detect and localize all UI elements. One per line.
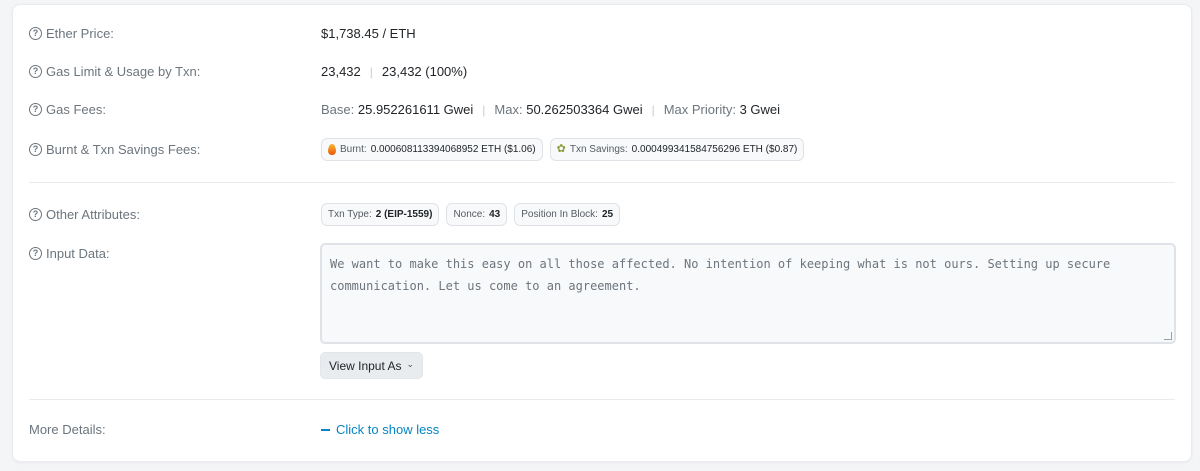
other-attributes-value: Txn Type: 2 (EIP-1559) Nonce: 43 Positio… bbox=[321, 203, 627, 226]
question-circle-icon[interactable]: ? bbox=[29, 65, 42, 78]
minus-icon bbox=[321, 428, 330, 431]
gas-fees-value: Base: 25.952261611 Gwei | Max: 50.262503… bbox=[321, 102, 780, 117]
max-priority-label: Max Priority: bbox=[663, 102, 736, 117]
input-data-text: We want to make this easy on all those a… bbox=[330, 257, 1111, 293]
txn-type-badge: Txn Type: 2 (EIP-1559) bbox=[321, 203, 440, 226]
max-fee-value: 50.262503364 Gwei bbox=[526, 102, 643, 117]
gas-fees-label: ? Gas Fees: bbox=[29, 102, 321, 117]
txn-savings-badge: ✿ Txn Savings: 0.000499341584756296 ETH … bbox=[549, 138, 805, 161]
ether-price-label: ? Ether Price: bbox=[29, 26, 321, 41]
divider bbox=[29, 399, 1175, 400]
view-input-as-button[interactable]: View Input As ⌄ bbox=[320, 352, 424, 379]
question-circle-icon[interactable]: ? bbox=[29, 247, 42, 260]
transaction-details-card: ? Ether Price: $1,738.45 / ETH ? Gas Lim… bbox=[12, 4, 1192, 462]
max-priority-value: 3 Gwei bbox=[739, 102, 781, 117]
max-fee-label: Max: bbox=[494, 102, 523, 117]
resize-handle-icon[interactable] bbox=[1164, 332, 1172, 340]
input-data-label: ? Input Data: bbox=[29, 246, 321, 261]
burnt-fees-value: Burnt: 0.000608113394068952 ETH ($1.06) … bbox=[321, 138, 811, 161]
other-attributes-label: ? Other Attributes: bbox=[29, 207, 321, 222]
base-fee-value: 25.952261611 Gwei bbox=[357, 102, 474, 117]
burnt-badge: Burnt: 0.000608113394068952 ETH ($1.06) bbox=[321, 138, 543, 161]
gas-fees-row: ? Gas Fees: Base: 25.952261611 Gwei | Ma… bbox=[29, 102, 1175, 117]
question-circle-icon[interactable]: ? bbox=[29, 103, 42, 116]
gas-limit: 23,432 bbox=[321, 64, 361, 79]
leaf-icon: ✿ bbox=[556, 143, 566, 155]
separator: | bbox=[482, 102, 486, 117]
other-attributes-row: ? Other Attributes: Txn Type: 2 (EIP-155… bbox=[29, 203, 1175, 226]
ether-price-row: ? Ether Price: $1,738.45 / ETH bbox=[29, 26, 1175, 41]
divider bbox=[29, 182, 1175, 183]
separator: | bbox=[651, 102, 655, 117]
separator: | bbox=[369, 64, 373, 79]
gas-limit-label: ? Gas Limit & Usage by Txn: bbox=[29, 64, 321, 79]
show-less-link[interactable]: Click to show less bbox=[321, 422, 439, 437]
more-details-label: More Details: bbox=[29, 422, 106, 437]
gas-limit-value: 23,432 | 23,432 (100%) bbox=[321, 64, 467, 79]
flame-icon bbox=[328, 144, 336, 155]
base-fee-label: Base: bbox=[321, 102, 355, 117]
question-circle-icon[interactable]: ? bbox=[29, 143, 42, 156]
nonce-badge: Nonce: 43 bbox=[446, 203, 508, 226]
more-details-row: More Details: Click to show less bbox=[29, 422, 1175, 437]
position-badge: Position In Block: 25 bbox=[514, 203, 621, 226]
ether-price-value: $1,738.45 / ETH bbox=[321, 26, 416, 41]
gas-limit-row: ? Gas Limit & Usage by Txn: 23,432 | 23,… bbox=[29, 64, 1175, 79]
gas-usage: 23,432 (100%) bbox=[381, 64, 468, 79]
chevron-down-icon: ⌄ bbox=[406, 359, 415, 369]
input-data-textarea[interactable]: We want to make this easy on all those a… bbox=[320, 243, 1176, 344]
question-circle-icon[interactable]: ? bbox=[29, 208, 42, 221]
burnt-fees-label: ? Burnt & Txn Savings Fees: bbox=[29, 142, 321, 157]
burnt-fees-row: ? Burnt & Txn Savings Fees: Burnt: 0.000… bbox=[29, 138, 1175, 161]
question-circle-icon[interactable]: ? bbox=[29, 27, 42, 40]
